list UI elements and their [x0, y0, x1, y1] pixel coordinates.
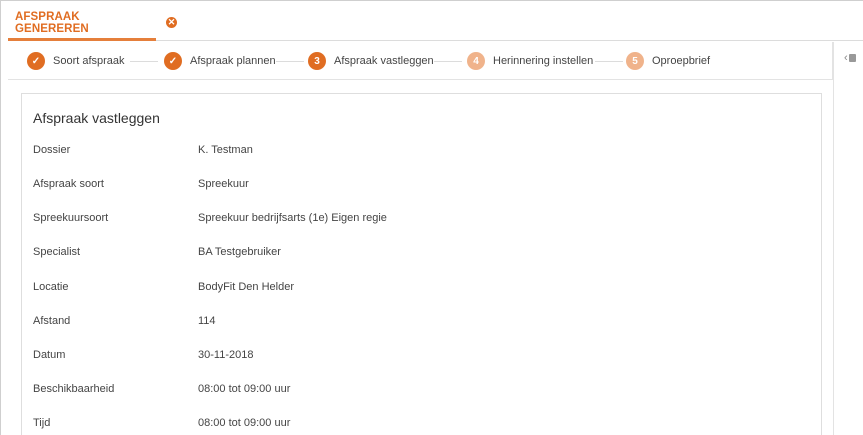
- detail-row-specialist: Specialist BA Testgebruiker: [33, 242, 281, 262]
- detail-row-dossier: Dossier K. Testman: [33, 140, 253, 160]
- tab-label: AFSPRAAK GENEREREN: [15, 11, 89, 35]
- step-afspraak-plannen[interactable]: ✓ Afspraak plannen: [164, 52, 276, 70]
- row-label: Specialist: [33, 246, 81, 258]
- row-value: 08:00 tot 09:00 uur: [198, 417, 291, 429]
- row-value: K. Testman: [198, 144, 253, 156]
- row-label: Locatie: [33, 281, 69, 293]
- step-herinnering-instellen[interactable]: 4 Herinnering instellen: [467, 52, 593, 70]
- row-label: Datum: [33, 349, 66, 361]
- book-icon: [848, 54, 856, 62]
- detail-row-locatie: Locatie BodyFit Den Helder: [33, 277, 294, 297]
- step-connector: [276, 61, 304, 62]
- step-oproepbrief[interactable]: 5 Oproepbrief: [626, 52, 710, 70]
- close-tab-icon[interactable]: ✕: [166, 17, 177, 28]
- row-label: Beschikbaarheid: [33, 383, 115, 395]
- step-label: Oproepbrief: [652, 55, 711, 67]
- step-label: Afspraak vastleggen: [334, 55, 434, 67]
- row-label: Afspraak soort: [33, 178, 104, 190]
- tab-bar: AFSPRAAK GENEREREN ✕: [8, 8, 863, 41]
- row-value: Spreekuur bedrijfsarts (1e) Eigen regie: [198, 212, 387, 224]
- step-label: Afspraak plannen: [190, 55, 276, 67]
- window-left-border: [0, 0, 8, 435]
- checkmark-icon: ✓: [27, 52, 45, 70]
- chevron-left-icon: ‹: [844, 52, 848, 64]
- step-connector: [434, 61, 462, 62]
- wizard-steps: ✓ Soort afspraak ✓ Afspraak plannen 3 Af…: [8, 42, 833, 80]
- expand-panel-button[interactable]: ‹: [844, 52, 856, 64]
- tab-afspraak-genereren[interactable]: AFSPRAAK GENEREREN: [8, 8, 156, 41]
- detail-row-afspraak-soort: Afspraak soort Spreekuur: [33, 174, 249, 194]
- step-soort-afspraak[interactable]: ✓ Soort afspraak: [27, 52, 125, 70]
- row-value: BA Testgebruiker: [198, 246, 281, 258]
- step-number: 3: [308, 52, 326, 70]
- detail-row-datum: Datum 30-11-2018: [33, 345, 253, 365]
- step-connector: [595, 61, 623, 62]
- step-number: 5: [626, 52, 644, 70]
- row-label: Dossier: [33, 144, 71, 156]
- row-value: 30-11-2018: [198, 349, 254, 361]
- window-top-border: [0, 0, 863, 8]
- detail-row-tijd: Tijd 08:00 tot 09:00 uur: [33, 413, 290, 433]
- step-label: Soort afspraak: [53, 55, 125, 67]
- row-label: Afstand: [33, 315, 71, 327]
- appointment-details-card: Afspraak vastleggen Dossier K. Testman A…: [21, 93, 822, 435]
- step-connector: [130, 61, 158, 62]
- side-panel: ‹: [833, 42, 863, 435]
- row-value: 08:00 tot 09:00 uur: [198, 383, 291, 395]
- detail-row-spreekuursoort: Spreekuursoort Spreekuur bedrijfsarts (1…: [33, 208, 387, 228]
- detail-row-beschikbaarheid: Beschikbaarheid 08:00 tot 09:00 uur: [33, 379, 290, 399]
- card-title: Afspraak vastleggen: [33, 110, 160, 126]
- step-label: Herinnering instellen: [493, 55, 594, 67]
- row-value: Spreekuur: [198, 178, 249, 190]
- row-value: BodyFit Den Helder: [198, 281, 294, 293]
- step-afspraak-vastleggen[interactable]: 3 Afspraak vastleggen: [308, 52, 434, 70]
- row-label: Tijd: [33, 417, 51, 429]
- row-label: Spreekuursoort: [33, 212, 109, 224]
- checkmark-icon: ✓: [164, 52, 182, 70]
- step-number: 4: [467, 52, 485, 70]
- detail-row-afstand: Afstand 114: [33, 311, 216, 331]
- row-value: 114: [198, 315, 216, 327]
